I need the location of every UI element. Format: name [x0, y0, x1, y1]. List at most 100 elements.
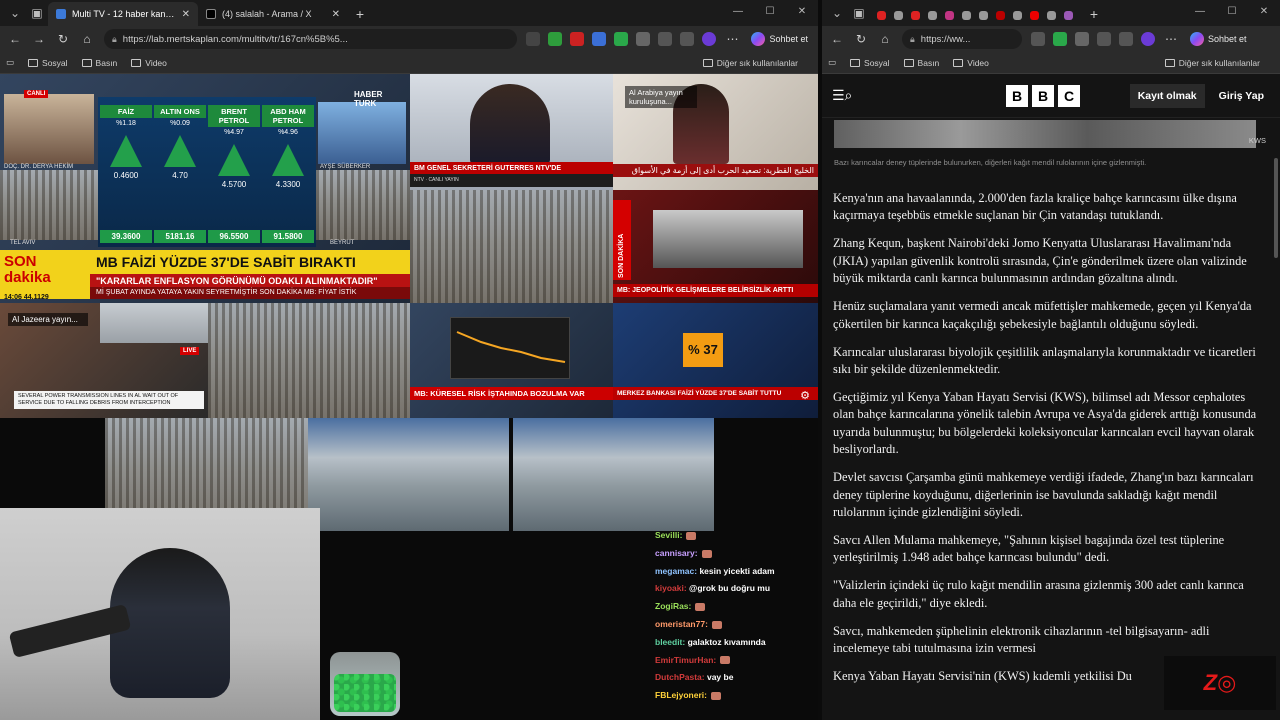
page-scrollbar[interactable] — [1274, 158, 1278, 258]
profile-avatar[interactable] — [702, 32, 717, 46]
home-icon[interactable]: ⌂ — [76, 28, 98, 50]
image-credit: KWS — [1248, 136, 1266, 145]
tv-tile-city-view[interactable] — [410, 190, 613, 303]
tv-tile-al-arabiya[interactable]: Al Arabiya yayın kuruluşuna... الخليج ال… — [613, 74, 818, 190]
extension-icon[interactable] — [592, 32, 607, 46]
chat-username: kiyoaki: — [655, 583, 687, 594]
chat-username: omeristan77: — [655, 618, 708, 629]
profile-avatar[interactable] — [1141, 32, 1155, 46]
copilot-chat-button[interactable]: Sohbet et — [1184, 29, 1253, 49]
bbc-logo[interactable]: B B C — [1006, 84, 1080, 107]
up-arrow-icon — [218, 144, 250, 176]
other-favorites[interactable]: Diğer sık kullanılanlar — [1164, 58, 1260, 68]
news-banner: MERKEZ BANKASI FAİZİ YÜZDE 37'DE SABİT T… — [613, 387, 818, 400]
favorite-folder-basin[interactable]: Basın — [81, 58, 117, 68]
chat-username: bleedit: — [655, 636, 686, 647]
pinned-tab-icon[interactable] — [1047, 11, 1056, 20]
tab-actions-icon[interactable]: ⌄ — [826, 2, 848, 24]
address-text: https://ww... — [920, 33, 971, 45]
import-favorites-icon[interactable]: ▭ — [6, 57, 14, 68]
pinned-tab-icon[interactable] — [1064, 11, 1073, 20]
tv-tile-haberturk[interactable]: CANLI HABER TURK DOÇ. DR. DERYA HEKİM AY… — [0, 74, 410, 303]
tv-tile-city-2[interactable] — [208, 303, 410, 418]
pinned-tab-icon[interactable] — [1030, 11, 1039, 20]
pinned-tab-icon[interactable] — [996, 11, 1005, 20]
close-tab-icon[interactable]: ✕ — [332, 9, 340, 20]
forward-icon[interactable]: → — [28, 28, 50, 50]
favorite-folder-video[interactable]: Video — [131, 58, 167, 68]
news-banner: MB: JEOPOLİTİK GELİŞMELERE BELİRSİZLİK A… — [613, 284, 818, 297]
home-icon[interactable]: ⌂ — [874, 28, 896, 50]
extension-icon[interactable] — [1075, 32, 1089, 46]
menu-search-icon[interactable]: ☰⌕ — [832, 87, 866, 104]
new-tab-button[interactable]: + — [348, 6, 372, 22]
pinned-tab-icon[interactable] — [928, 11, 937, 20]
tv-tile-camera-grid[interactable] — [308, 418, 714, 531]
more-menu-icon[interactable]: ⋯ — [721, 28, 743, 50]
guest-name: AYŞE SÜBERKER — [320, 164, 371, 170]
pinned-tab-icon[interactable] — [1013, 11, 1022, 20]
favorites-icon[interactable] — [1119, 32, 1133, 46]
favorite-folder-sosyal[interactable]: Sosyal — [28, 58, 68, 68]
more-menu-icon[interactable]: ⋯ — [1160, 28, 1182, 50]
minimize-icon[interactable]: — — [722, 0, 754, 24]
extension-icon[interactable] — [1053, 32, 1067, 46]
tab-x-search[interactable]: (4) salalah - Arama / X ✕ — [198, 2, 348, 26]
folder-icon — [81, 58, 92, 67]
extension-icon[interactable] — [548, 32, 563, 46]
market-change: 4.70 — [172, 171, 188, 180]
login-link[interactable]: Giriş Yap — [1219, 90, 1264, 102]
extension-icon[interactable] — [636, 32, 651, 46]
market-pct: %1.18 — [116, 120, 136, 127]
favorite-folder-basin[interactable]: Basın — [903, 58, 939, 68]
pinned-tab-icon[interactable] — [894, 11, 903, 20]
other-favorites[interactable]: Diğer sık kullanılanlar — [702, 58, 798, 68]
tab-actions-icon[interactable]: ⌄ — [4, 2, 26, 24]
extension-icon[interactable] — [614, 32, 629, 46]
new-tab-button[interactable]: + — [1082, 6, 1106, 22]
register-button[interactable]: Kayıt olmak — [1129, 83, 1205, 108]
article-paragraph: Devlet savcısı Çarşamba günü mahkemeye v… — [833, 470, 1254, 520]
pinned-tab-icon[interactable] — [877, 11, 886, 20]
tv-tile-merkez-bankasi[interactable]: % 37 MERKEZ BANKASI FAİZİ YÜZDE 37'DE SA… — [613, 303, 818, 418]
favorites-icon[interactable] — [680, 32, 695, 46]
market-price: 96.5500 — [208, 230, 260, 243]
up-arrow-icon — [164, 135, 196, 167]
article-paragraph: Savcı, mahkemeden şüphelinin elektronik … — [833, 623, 1210, 656]
favorite-folder-video[interactable]: Video — [953, 58, 989, 68]
workspaces-icon[interactable]: ▣ — [848, 2, 870, 24]
pinned-tab-icon[interactable] — [911, 11, 920, 20]
pinned-tab-icon[interactable] — [979, 11, 988, 20]
pinned-tab-icon[interactable] — [945, 11, 954, 20]
x-favicon-icon — [206, 9, 216, 19]
back-icon[interactable]: ← — [4, 28, 26, 50]
market-name: ABD HAM PETROL — [262, 105, 314, 127]
pinned-tab-icon[interactable] — [962, 11, 971, 20]
settings-gear-icon[interactable]: ⚙ — [800, 389, 810, 402]
address-bar[interactable]: 🔒︎ https://ww... — [902, 29, 1022, 49]
refresh-icon[interactable]: ↻ — [850, 28, 872, 50]
close-window-icon[interactable]: ✕ — [786, 0, 818, 24]
workspaces-icon[interactable]: ▣ — [26, 2, 48, 24]
copilot-chat-button[interactable]: Sohbet et — [745, 29, 814, 49]
extension-icon[interactable] — [526, 32, 541, 46]
favorite-folder-sosyal[interactable]: Sosyal — [850, 58, 890, 68]
maximize-icon[interactable]: ☐ — [1216, 0, 1248, 24]
tab-multitv[interactable]: Multi TV - 12 haber kanalını aynı a ✕ — [48, 2, 198, 26]
close-window-icon[interactable]: ✕ — [1248, 0, 1280, 24]
tv-tile-chart-studio[interactable]: MB: KÜRESEL RİSK İŞTAHINDA BOZULMA VAR — [410, 303, 613, 418]
refresh-icon[interactable]: ↻ — [52, 28, 74, 50]
extension-icon[interactable] — [1031, 32, 1045, 46]
close-tab-icon[interactable]: ✕ — [182, 9, 190, 20]
split-screen-icon[interactable] — [1097, 32, 1111, 46]
extension-icon[interactable] — [570, 32, 585, 46]
import-favorites-icon[interactable]: ▭ — [828, 57, 836, 68]
back-icon[interactable]: ← — [826, 28, 848, 50]
tv-tile-son-dakika[interactable]: SON DAKİKA MB: JEOPOLİTİK GELİŞMELERE BE… — [613, 190, 818, 303]
maximize-icon[interactable]: ☐ — [754, 0, 786, 24]
tv-tile-al-jazeera[interactable]: Al Jazeera yayın... LIVE SEVERAL POWER T… — [0, 303, 208, 418]
address-bar[interactable]: 🔒︎ https://lab.mertskaplan.com/multitv/t… — [104, 29, 518, 49]
split-screen-icon[interactable] — [658, 32, 673, 46]
tv-tile-ntv[interactable]: BM GENEL SEKRETERİ GUTERRES NTV'DE NTV ·… — [410, 74, 613, 190]
minimize-icon[interactable]: — — [1184, 0, 1216, 24]
